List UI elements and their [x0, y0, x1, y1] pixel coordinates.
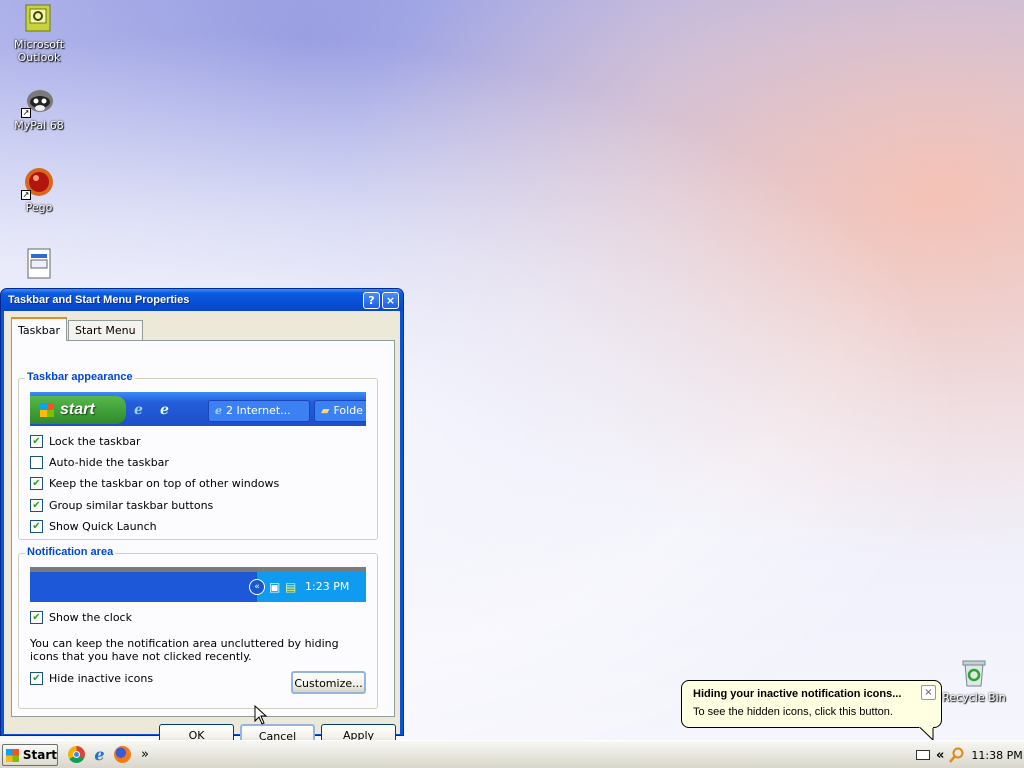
desktop-icon-outlook[interactable]: Microsoft Outlook [1, 3, 77, 64]
group-title: Taskbar appearance [25, 371, 135, 383]
desktop-icon-label: MyPal 68 [14, 119, 64, 132]
firefox-icon[interactable] [114, 746, 131, 763]
dialog-title: Taskbar and Start Menu Properties [8, 294, 190, 306]
ie-quicklaunch-icon: ℯ [160, 402, 169, 418]
preview-clock: 1:23 PM [305, 580, 350, 593]
start-label: Start [22, 748, 57, 762]
preview-tray: « ▣ ▤ 1:23 PM [249, 572, 366, 602]
printer-icon: ▤ [285, 580, 297, 594]
notification-preview: « ▣ ▤ 1:23 PM [30, 567, 366, 602]
group-title: Notification area [25, 546, 116, 558]
start-button[interactable]: Start [2, 744, 58, 766]
checkbox-quick-launch[interactable]: ✔ Show Quick Launch [30, 520, 157, 533]
windows-logo-icon [6, 748, 19, 762]
preview-task-label: 2 Internet... [226, 404, 291, 417]
checkbox[interactable]: ✔ [30, 477, 43, 490]
ie-icon[interactable]: ℯ [91, 746, 108, 763]
dialog-titlebar[interactable]: Taskbar and Start Menu Properties ? × [1, 289, 403, 311]
tab-start-menu[interactable]: Start Menu [68, 320, 143, 340]
chrome-icon[interactable] [68, 746, 85, 763]
system-tray: « 11:38 PM [914, 741, 1024, 768]
search-icon[interactable] [949, 747, 965, 763]
checkbox-hide-inactive[interactable]: ✔ Hide inactive icons [30, 672, 153, 685]
folder-icon: ▰ [321, 404, 330, 417]
tray-clock[interactable]: 11:38 PM [971, 749, 1022, 762]
shortcut-arrow-icon: ↗ [21, 108, 31, 118]
quick-launch: ℯ » [68, 746, 149, 763]
desktop-icon-recycle-bin[interactable]: Recycle Bin [936, 656, 1012, 704]
desktop-icon-document[interactable] [1, 248, 77, 283]
balloon-title: Hiding your inactive notification icons.… [693, 688, 902, 700]
preview-start-label: start [60, 401, 95, 418]
checkbox-auto-hide[interactable]: Auto-hide the taskbar [30, 456, 169, 469]
checkbox[interactable]: ✔ [30, 435, 43, 448]
checkbox[interactable]: ✔ [30, 611, 43, 624]
checkbox-lock-taskbar[interactable]: ✔ Lock the taskbar [30, 435, 141, 448]
checkbox-label: Show the clock [49, 611, 132, 624]
taskbar-preview: start ℯ ℯ ℯ 2 Internet... ▰ Folde [30, 392, 366, 426]
desktop-icon-mypal[interactable]: ↗ MyPal 68 [1, 84, 77, 132]
preview-task-label: Folde [333, 404, 363, 417]
shortcut-arrow-icon: ↗ [21, 190, 31, 200]
customize-button[interactable]: Customize... [291, 671, 366, 694]
desktop-icon-label: Microsoft Outlook [13, 38, 65, 64]
tab-panel-taskbar: Taskbar appearance start ℯ ℯ ℯ 2 Internet… [11, 340, 395, 717]
help-button[interactable]: ? [363, 291, 380, 309]
tab-strip: Taskbar Start Menu [11, 317, 144, 341]
pego-icon: ↗ [21, 166, 55, 200]
checkbox-label: Lock the taskbar [49, 435, 141, 448]
group-notification-area: Notification area « ▣ ▤ 1:23 PM ✔ Show t… [18, 546, 378, 709]
window-document-icon [23, 248, 55, 280]
tab-taskbar[interactable]: Taskbar [11, 317, 67, 341]
checkbox[interactable]: ✔ [30, 672, 43, 685]
expand-chevron-icon: « [249, 579, 265, 595]
outlook-icon [23, 3, 55, 35]
dialog-body: Taskbar Start Menu Taskbar appearance st… [4, 311, 400, 747]
notification-balloon[interactable]: Hiding your inactive notification icons.… [681, 680, 942, 741]
desktop-icon-pego[interactable]: ↗ Pego [1, 166, 77, 214]
checkbox-label: Hide inactive icons [49, 672, 154, 685]
notification-description: You can keep the notification area unclu… [30, 637, 339, 663]
checkbox-label: Keep the taskbar on top of other windows [49, 477, 280, 490]
recycle-bin-icon [958, 656, 990, 688]
ie-quicklaunch-icon: ℯ [134, 402, 143, 418]
preview-start-button: start [30, 396, 126, 424]
taskbar-properties-dialog: Taskbar and Start Menu Properties ? × Ta… [0, 288, 404, 747]
preview-task-button: ▰ Folde [314, 400, 366, 422]
checkbox-keep-on-top[interactable]: ✔ Keep the taskbar on top of other windo… [30, 477, 279, 490]
checkbox-label: Auto-hide the taskbar [49, 456, 169, 469]
ie-icon: ℯ [215, 404, 222, 417]
keyboard-icon[interactable] [916, 750, 930, 760]
checkbox-label: Show Quick Launch [49, 520, 157, 533]
checkbox-show-clock[interactable]: ✔ Show the clock [30, 611, 132, 624]
balloon-close-button[interactable]: × [921, 685, 936, 700]
desktop-icon-label: Pego [25, 201, 53, 214]
quick-launch-overflow[interactable]: » [141, 747, 149, 762]
network-icon: ▣ [269, 580, 281, 594]
group-taskbar-appearance: Taskbar appearance start ℯ ℯ ℯ 2 Internet… [18, 371, 378, 540]
checkbox-group-buttons[interactable]: ✔ Group similar taskbar buttons [30, 499, 213, 512]
preview-task-button: ℯ 2 Internet... [208, 400, 310, 422]
taskbar: Start ℯ » « 11:38 PM [0, 740, 1024, 768]
checkbox[interactable]: ✔ [30, 520, 43, 533]
windows-logo-icon [40, 403, 54, 417]
desktop-icon-label: Recycle Bin [942, 691, 1006, 704]
tray-expand-button[interactable]: « [936, 748, 944, 763]
balloon-pointer [919, 727, 934, 741]
mouse-cursor-icon [254, 705, 268, 725]
checkbox-label: Group similar taskbar buttons [49, 499, 214, 512]
checkbox[interactable]: ✔ [30, 499, 43, 512]
close-button[interactable]: × [382, 291, 399, 309]
raccoon-icon: ↗ [21, 84, 55, 118]
balloon-text: To see the hidden icons, click this butt… [693, 706, 893, 718]
checkbox[interactable] [30, 456, 43, 469]
